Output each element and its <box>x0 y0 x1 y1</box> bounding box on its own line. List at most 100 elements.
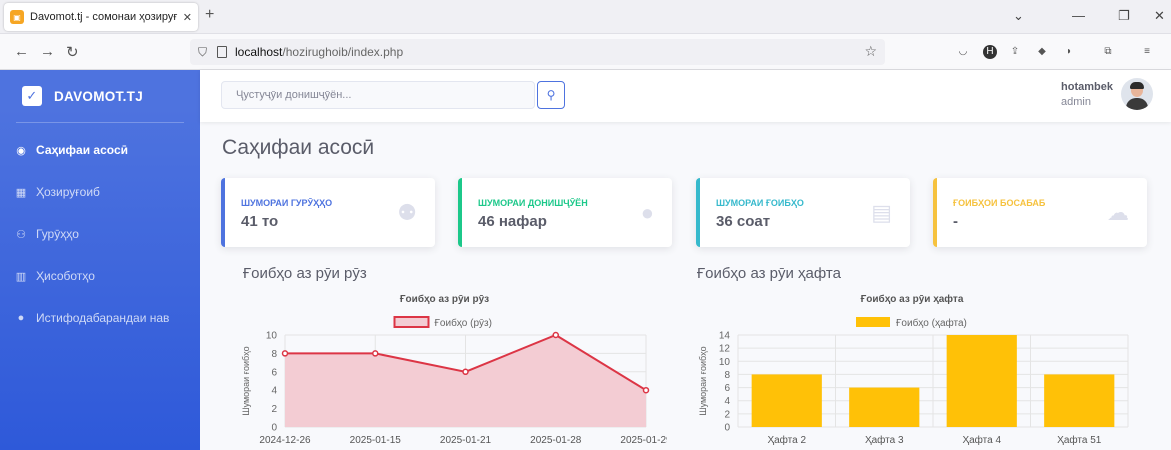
y-tick-label: 6 <box>271 367 277 378</box>
y-tick-label: 8 <box>724 370 730 381</box>
legend-label: Ғоибҳо (ҳафта) <box>896 317 967 329</box>
clipboard-icon: ▤ <box>871 200 892 225</box>
y-axis-label: Шумораи ғоибҳо <box>241 346 251 415</box>
sidebar-item-label: Ҳозируғоиб <box>36 185 100 199</box>
y-tick-label: 10 <box>719 357 731 368</box>
sidebar-item-dashboard[interactable]: ◉ Саҳифаи асосӣ <box>0 129 200 171</box>
pocket-icon[interactable]: ◡ <box>956 45 970 59</box>
shield-extension-icon[interactable]: ◗ <box>1062 45 1076 59</box>
x-tick-label: 2025-01-28 <box>530 435 582 446</box>
extensions-puzzle-icon[interactable]: ⧉ <box>1101 45 1115 59</box>
site-favicon-icon: ▣ <box>10 10 24 24</box>
minimize-icon[interactable]: — <box>1072 8 1085 23</box>
back-icon[interactable]: ← <box>14 43 29 60</box>
users-icon: ⚉ <box>397 200 417 225</box>
close-window-icon[interactable]: ✕ <box>1154 8 1165 24</box>
stat-card-value: - <box>953 213 958 230</box>
daily-chart-heading: Ғоибҳо аз рӯи рӯз <box>243 265 367 282</box>
data-point <box>552 331 559 339</box>
user-name: hotambek <box>1061 80 1113 93</box>
stat-card-label: ШУМОРАИ ГУРӮҲҲО <box>241 198 333 208</box>
y-tick-label: 6 <box>724 383 730 394</box>
y-tick-label: 14 <box>719 331 731 342</box>
page-icon <box>217 46 228 58</box>
x-tick-label: Ҳафта 3 <box>865 434 904 446</box>
daily-absences-chart: Ғоибҳо аз рӯи рӯз Ғоибҳо (рӯз) Шумораи ғои… <box>241 293 667 446</box>
y-tick-label: 0 <box>724 423 730 434</box>
sidebar-item-label: Саҳифаи асосӣ <box>36 143 128 157</box>
address-bar[interactable]: ⛉ localhost/hozirughoib/index.php ☆ <box>190 39 885 65</box>
legend-swatch <box>856 317 890 327</box>
stat-card-students: ШУМОРАИ ДОНИШҶӮЁН 46 нафар ● <box>458 178 672 247</box>
chart-title: Ғоибҳо аз рӯи ҳафта <box>861 293 964 305</box>
browser-tab[interactable]: ▣ Davomot.tj - сомонаи ҳозируғ ✕ <box>4 3 198 31</box>
x-tick-label: 2024-12-26 <box>259 435 311 446</box>
chart-title: Ғоибҳо аз рӯи рӯз <box>400 293 489 305</box>
tab-close-icon[interactable]: ✕ <box>183 11 192 24</box>
sidebar-item-attendance[interactable]: ▦ Ҳозируғоиб <box>0 171 200 213</box>
user-role: admin <box>1061 95 1091 108</box>
x-tick-label: Ҳафта 51 <box>1057 434 1102 446</box>
stat-card-label: ҒОИБҲОИ БОСАБАБ <box>953 198 1046 208</box>
stat-card-label: ШУМОРАИ ДОНИШҶӮЁН <box>478 198 588 208</box>
y-tick-label: 2 <box>724 409 730 420</box>
sidebar-divider <box>16 122 184 123</box>
sidebar-item-groups[interactable]: ⚇ Гурӯҳҳо <box>0 213 200 255</box>
avatar[interactable] <box>1121 78 1153 110</box>
legend-label: Ғоибҳо (рӯз) <box>435 317 492 329</box>
x-tick-label: 2025-01-29 <box>620 435 667 446</box>
user-icon: ● <box>640 200 654 225</box>
bar <box>751 374 822 427</box>
search-input[interactable]: Ҷустуҷӯи донишҷӯён... <box>221 81 535 109</box>
y-tick-label: 4 <box>271 386 277 397</box>
calendar-check-icon: ✓ <box>22 86 42 106</box>
url-host: localhost <box>235 45 283 59</box>
user-icon: ● <box>17 312 25 324</box>
y-tick-label: 8 <box>271 349 277 360</box>
stat-card-absences: ШУМОРАИ ҒОИБҲО 36 соат ▤ <box>696 178 910 247</box>
bar <box>946 335 1017 427</box>
shield-icon[interactable]: ⛉ <box>198 45 207 60</box>
dashboard-icon: ◉ <box>16 144 26 157</box>
browser-toolbar: ← → ↻ ⛉ localhost/hozirughoib/index.php … <box>0 34 1171 70</box>
extension-h-icon[interactable]: H <box>983 45 997 59</box>
topbar: Ҷустуҷӯи донишҷӯён... ⚲ hotambek admin <box>200 70 1171 122</box>
y-tick-label: 12 <box>719 344 731 355</box>
sidebar-item-new-user[interactable]: ● Истифодабарандаи нав <box>0 297 200 339</box>
bar <box>1044 374 1115 427</box>
sidebar-item-reports[interactable]: ▥ Ҳисоботҳо <box>0 255 200 297</box>
data-point <box>372 350 379 357</box>
page-title: Саҳифаи асосӣ <box>222 136 375 159</box>
brand[interactable]: ✓ DAVOMOT.TJ <box>0 70 200 122</box>
tab-title: Davomot.tj - сомонаи ҳозируғ <box>30 11 178 23</box>
y-tick-label: 4 <box>724 396 730 407</box>
menu-icon[interactable]: ≡ <box>1140 45 1154 59</box>
brand-name: DAVOMOT.TJ <box>54 88 144 104</box>
sidebar-item-label: Ҳисоботҳо <box>36 269 95 283</box>
extension-icon[interactable]: ◆ <box>1035 45 1049 59</box>
data-point <box>462 368 469 376</box>
restore-icon[interactable]: ❐ <box>1118 8 1130 24</box>
legend-swatch <box>393 316 430 328</box>
tab-list-chevron-icon[interactable]: ⌄ <box>1013 8 1024 24</box>
share-icon[interactable]: ⇪ <box>1008 45 1022 59</box>
sidebar-item-label: Гурӯҳҳо <box>36 227 79 241</box>
search-button[interactable]: ⚲ <box>537 81 565 109</box>
new-tab-button[interactable]: + <box>205 6 214 24</box>
sidebar-item-label: Истифодабарандаи нав <box>36 311 170 325</box>
stat-card-groups: ШУМОРАИ ГУРӮҲҲО 41 то ⚉ <box>221 178 435 247</box>
x-tick-label: 2025-01-21 <box>440 435 492 446</box>
y-axis-label: Шумораи ғоибҳо <box>698 346 708 415</box>
stat-card-excused: ҒОИБҲОИ БОСАБАБ - ☁ <box>933 178 1147 247</box>
stat-card-value: 41 то <box>241 213 279 230</box>
reload-icon[interactable]: ↻ <box>66 43 79 61</box>
x-tick-label: Ҳафта 2 <box>767 434 806 446</box>
user-menu[interactable]: hotambek admin <box>1061 78 1153 110</box>
bookmark-star-icon[interactable]: ☆ <box>864 43 877 60</box>
users-icon: ⚇ <box>16 228 26 241</box>
comments-icon: ☁ <box>1107 200 1129 225</box>
y-tick-label: 10 <box>266 331 278 342</box>
stat-card-value: 36 соат <box>716 213 771 230</box>
data-point <box>642 386 650 394</box>
forward-icon[interactable]: → <box>40 43 55 60</box>
